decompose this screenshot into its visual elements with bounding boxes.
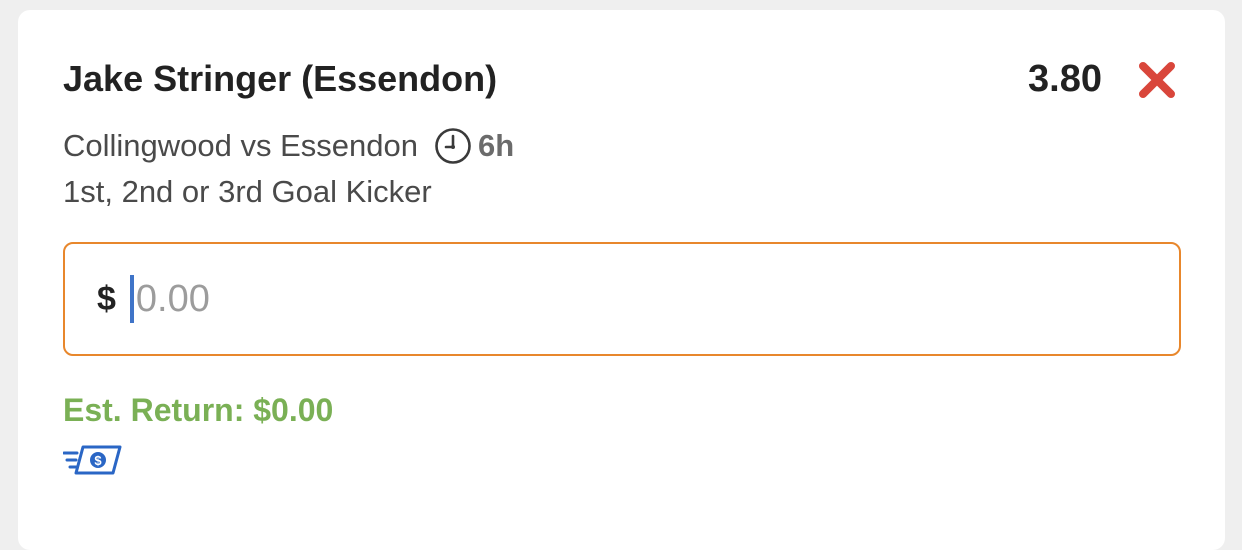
remove-selection-button[interactable] [1137,60,1177,100]
stake-input[interactable] [135,277,1036,321]
stake-input-container[interactable]: $ [63,242,1181,356]
clock-icon [435,128,471,164]
text-caret [129,275,134,323]
time-to-start: 6h [478,128,515,163]
fast-cash-button[interactable]: $ [62,443,123,477]
market-name: 1st, 2nd or 3rd Goal Kicker [63,174,432,209]
fast-cash-icon: $ [62,445,122,475]
svg-text:$: $ [94,453,102,468]
match-name: Collingwood vs Essendon [63,128,418,163]
bet-slip-card: Jake Stringer (Essendon) 3.80 Collingwoo… [18,10,1225,550]
odds-value: 3.80 [1028,58,1102,100]
currency-symbol: $ [97,279,116,318]
match-info: Collingwood vs Essendon 6h [63,126,514,166]
estimated-return: Est. Return: $0.00 [63,392,334,428]
close-x-icon [1139,62,1175,98]
selection-name: Jake Stringer (Essendon) [63,58,498,99]
